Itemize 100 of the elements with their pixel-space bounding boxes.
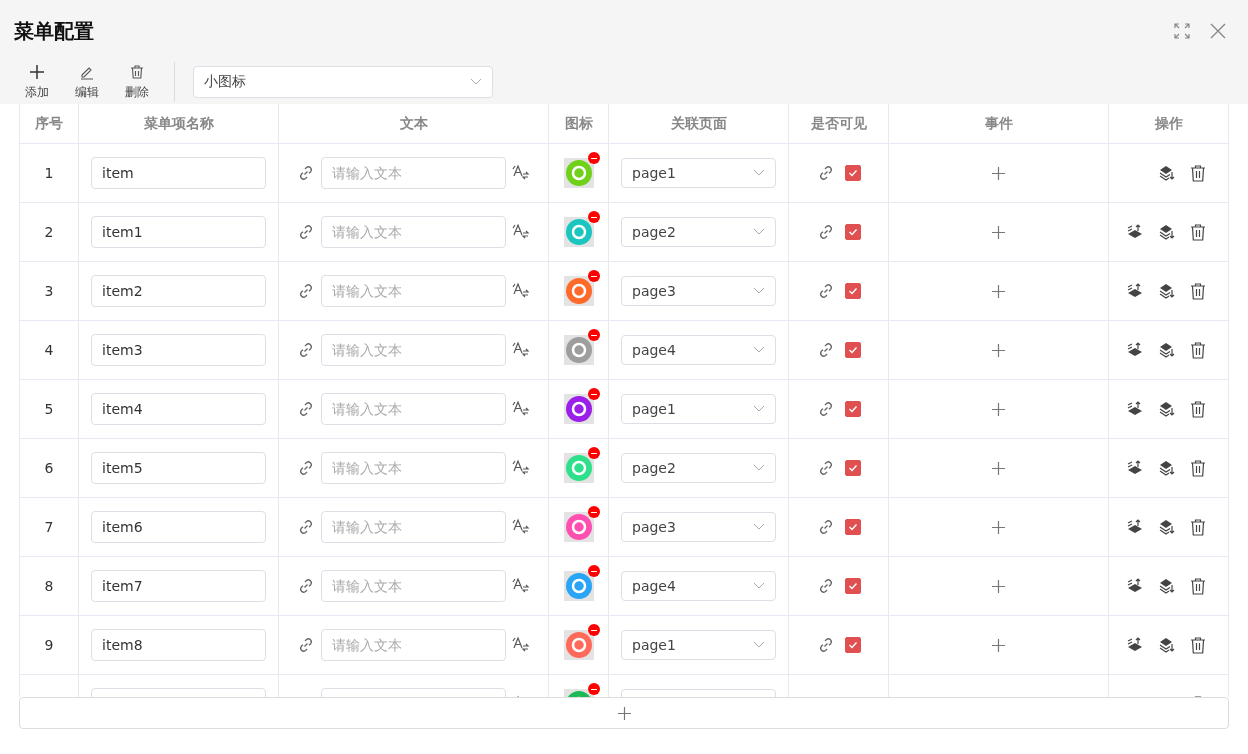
remove-badge[interactable] bbox=[587, 565, 600, 577]
visible-checkbox[interactable] bbox=[844, 578, 861, 594]
move-up-icon[interactable] bbox=[1126, 518, 1144, 536]
page-select[interactable]: page1 bbox=[621, 394, 776, 424]
text-input[interactable]: 请输入文本 bbox=[321, 216, 506, 248]
remove-badge[interactable] bbox=[587, 152, 600, 164]
text-input[interactable]: 请输入文本 bbox=[321, 157, 506, 189]
move-down-icon[interactable] bbox=[1158, 518, 1176, 536]
text-input[interactable]: 请输入文本 bbox=[321, 393, 506, 425]
text-input[interactable]: 请输入文本 bbox=[321, 629, 506, 661]
toolbar-button[interactable]: 添加 bbox=[14, 63, 60, 101]
name-input[interactable]: item7 bbox=[91, 570, 266, 602]
translate-icon[interactable] bbox=[512, 164, 530, 182]
visible-checkbox[interactable] bbox=[844, 283, 861, 299]
move-down-icon[interactable] bbox=[1158, 223, 1176, 241]
add-icon[interactable] bbox=[992, 225, 1005, 239]
text-input[interactable]: 请输入文本 bbox=[321, 511, 506, 543]
translate-icon[interactable] bbox=[512, 282, 530, 300]
delete-icon[interactable] bbox=[1190, 518, 1206, 536]
add-icon[interactable] bbox=[992, 638, 1005, 652]
move-down-icon[interactable] bbox=[1158, 164, 1176, 182]
delete-icon[interactable] bbox=[1190, 400, 1206, 418]
delete-icon[interactable] bbox=[1190, 282, 1206, 300]
move-up-icon[interactable] bbox=[1126, 459, 1144, 477]
translate-icon[interactable] bbox=[512, 223, 530, 241]
name-input[interactable]: item6 bbox=[91, 511, 266, 543]
link-icon[interactable] bbox=[297, 400, 315, 418]
move-up-icon[interactable] bbox=[1126, 282, 1144, 300]
remove-badge[interactable] bbox=[587, 447, 600, 459]
add-icon[interactable] bbox=[992, 343, 1005, 357]
translate-icon[interactable] bbox=[512, 341, 530, 359]
add-icon[interactable] bbox=[992, 402, 1005, 416]
remove-badge[interactable] bbox=[587, 329, 600, 341]
delete-icon[interactable] bbox=[1190, 164, 1206, 182]
page-select[interactable]: page4 bbox=[621, 571, 776, 601]
visible-checkbox[interactable] bbox=[844, 519, 861, 535]
page-select[interactable]: page4 bbox=[621, 335, 776, 365]
remove-badge[interactable] bbox=[587, 506, 600, 518]
name-input[interactable]: item3 bbox=[91, 334, 266, 366]
name-input[interactable]: item bbox=[91, 157, 266, 189]
move-up-icon[interactable] bbox=[1126, 636, 1144, 654]
link-icon[interactable] bbox=[297, 518, 315, 536]
name-input[interactable]: item1 bbox=[91, 216, 266, 248]
link-icon[interactable] bbox=[297, 223, 315, 241]
add-icon[interactable] bbox=[992, 284, 1005, 298]
visible-checkbox[interactable] bbox=[844, 165, 861, 181]
text-input[interactable]: 请输入文本 bbox=[321, 275, 506, 307]
delete-icon[interactable] bbox=[1190, 636, 1206, 654]
translate-icon[interactable] bbox=[512, 636, 530, 654]
move-up-icon[interactable] bbox=[1126, 577, 1144, 595]
visible-checkbox[interactable] bbox=[844, 224, 861, 240]
visible-checkbox[interactable] bbox=[844, 637, 861, 653]
link-icon[interactable] bbox=[297, 341, 315, 359]
remove-badge[interactable] bbox=[587, 211, 600, 223]
page-select[interactable]: page3 bbox=[621, 512, 776, 542]
visible-checkbox[interactable] bbox=[844, 342, 861, 358]
text-input[interactable]: 请输入文本 bbox=[321, 334, 506, 366]
remove-badge[interactable] bbox=[587, 388, 600, 400]
page-select[interactable]: page1 bbox=[621, 158, 776, 188]
move-down-icon[interactable] bbox=[1158, 341, 1176, 359]
translate-icon[interactable] bbox=[512, 459, 530, 477]
delete-icon[interactable] bbox=[1190, 459, 1206, 477]
fullscreen-icon[interactable] bbox=[1174, 23, 1190, 39]
name-input[interactable]: item8 bbox=[91, 629, 266, 661]
remove-badge[interactable] bbox=[587, 624, 600, 636]
move-down-icon[interactable] bbox=[1158, 400, 1176, 418]
close-icon[interactable] bbox=[1210, 23, 1226, 39]
toolbar-button[interactable]: 编辑 bbox=[64, 63, 110, 101]
add-icon[interactable] bbox=[992, 579, 1005, 593]
move-up-icon[interactable] bbox=[1126, 341, 1144, 359]
move-down-icon[interactable] bbox=[1158, 636, 1176, 654]
page-select[interactable]: page3 bbox=[621, 276, 776, 306]
delete-icon[interactable] bbox=[1190, 223, 1206, 241]
link-icon[interactable] bbox=[297, 282, 315, 300]
page-select[interactable]: page2 bbox=[621, 217, 776, 247]
page-select[interactable]: page2 bbox=[621, 453, 776, 483]
link-icon[interactable] bbox=[297, 459, 315, 477]
page-select[interactable]: page1 bbox=[621, 630, 776, 660]
translate-icon[interactable] bbox=[512, 518, 530, 536]
link-icon[interactable] bbox=[297, 577, 315, 595]
visible-checkbox[interactable] bbox=[844, 460, 861, 476]
remove-badge[interactable] bbox=[587, 683, 600, 695]
add-icon[interactable] bbox=[992, 520, 1005, 534]
delete-icon[interactable] bbox=[1190, 341, 1206, 359]
move-up-icon[interactable] bbox=[1126, 223, 1144, 241]
name-input[interactable]: item5 bbox=[91, 452, 266, 484]
name-input[interactable]: item2 bbox=[91, 275, 266, 307]
delete-icon[interactable] bbox=[1190, 577, 1206, 595]
add-icon[interactable] bbox=[992, 166, 1005, 180]
link-icon[interactable] bbox=[297, 164, 315, 182]
toolbar-button[interactable]: 删除 bbox=[114, 63, 160, 101]
text-input[interactable]: 请输入文本 bbox=[321, 452, 506, 484]
translate-icon[interactable] bbox=[512, 577, 530, 595]
move-up-icon[interactable] bbox=[1126, 400, 1144, 418]
add-icon[interactable] bbox=[992, 461, 1005, 475]
translate-icon[interactable] bbox=[512, 400, 530, 418]
style-select[interactable]: 小图标 bbox=[193, 66, 493, 98]
move-down-icon[interactable] bbox=[1158, 577, 1176, 595]
remove-badge[interactable] bbox=[587, 270, 600, 282]
move-down-icon[interactable] bbox=[1158, 459, 1176, 477]
